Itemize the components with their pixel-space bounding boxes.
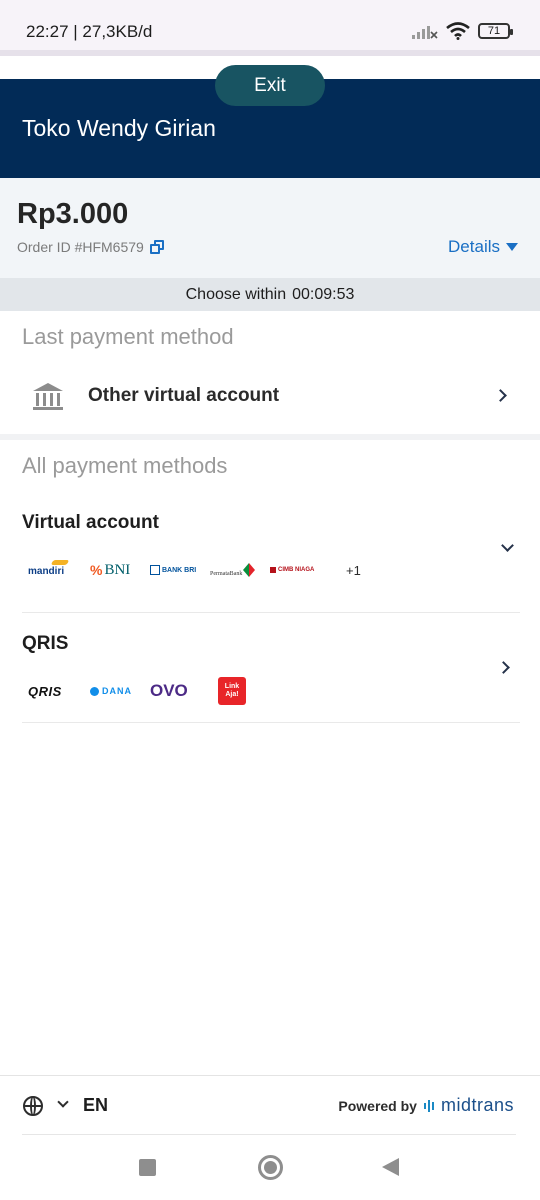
chevron-right-icon	[494, 389, 507, 402]
last-payment-item[interactable]: Other virtual account	[0, 365, 540, 427]
bank-icon	[33, 383, 63, 411]
battery-icon: 71	[478, 23, 513, 39]
more-banks-count: +1	[346, 562, 361, 578]
qris-logos: QRIS DANA OVO Link Aja!	[28, 677, 246, 705]
dana-logo: DANA	[90, 686, 150, 696]
bri-logo: BANK BRI	[150, 565, 210, 575]
group-title-qris: QRIS	[22, 633, 69, 654]
status-icons: 71	[412, 22, 513, 40]
powered-by-label: Powered by	[338, 1097, 417, 1114]
section-divider	[0, 434, 540, 440]
footer-divider	[0, 1075, 540, 1076]
recents-icon[interactable]	[139, 1159, 156, 1176]
permata-logo: PermataBank	[210, 563, 270, 577]
qris-logo: QRIS	[28, 683, 62, 699]
mandiri-logo: mandiri	[28, 560, 90, 580]
status-bar: 22:27 | 27,3KB/d 71	[0, 0, 540, 56]
status-divider	[0, 50, 540, 56]
home-icon[interactable]	[258, 1155, 283, 1180]
merchant-name: Toko Wendy Girian	[22, 115, 216, 141]
timer-label: Choose within	[185, 285, 287, 303]
signal-icon	[412, 26, 438, 39]
group-divider	[22, 612, 520, 613]
timer-value: 00:09:53	[292, 285, 355, 303]
details-label: Details	[448, 237, 500, 256]
footer-divider	[22, 1134, 516, 1135]
copy-icon[interactable]	[149, 240, 164, 254]
bni-logo: % BNI	[90, 561, 131, 579]
order-summary: Rp3.000 Order ID #HFM6579 Details	[0, 178, 540, 278]
payment-timer: Choose within 00:09:53	[0, 278, 540, 311]
linkaja-logo: Link Aja!	[218, 677, 246, 705]
cimb-logo: CIMB NIAGA	[270, 567, 346, 573]
order-amount: Rp3.000	[17, 198, 129, 230]
midtrans-bars-icon	[423, 1099, 434, 1112]
all-payments-title: All payment methods	[22, 453, 228, 478]
powered-by: Powered by midtrans	[338, 1095, 514, 1116]
chevron-down-icon[interactable]	[57, 1096, 69, 1108]
virtual-account-logos: mandiri % BNI BANK BRI PermataBank CIMB …	[28, 560, 361, 580]
order-id: Order ID #HFM6579	[17, 239, 144, 255]
details-toggle[interactable]: Details	[448, 237, 518, 257]
exit-button[interactable]: Exit	[215, 65, 325, 106]
wifi-icon	[446, 22, 470, 40]
group-title-virtual-account: Virtual account	[22, 512, 159, 533]
back-icon[interactable]	[382, 1158, 399, 1176]
last-payment-label: Other virtual account	[88, 385, 280, 406]
chevron-down-icon[interactable]	[501, 539, 514, 552]
status-time: 22:27 | 27,3KB/d	[26, 22, 153, 41]
group-divider	[22, 722, 520, 723]
globe-icon[interactable]	[23, 1096, 43, 1116]
midtrans-logo: midtrans	[440, 1095, 514, 1115]
language-selector[interactable]: EN	[83, 1095, 108, 1116]
chevron-right-icon[interactable]	[497, 661, 510, 674]
caret-down-icon	[506, 243, 518, 251]
last-payment-title: Last payment method	[22, 324, 234, 349]
order-id-row: Order ID #HFM6579	[17, 239, 164, 255]
ovo-logo: OVO	[150, 681, 188, 700]
